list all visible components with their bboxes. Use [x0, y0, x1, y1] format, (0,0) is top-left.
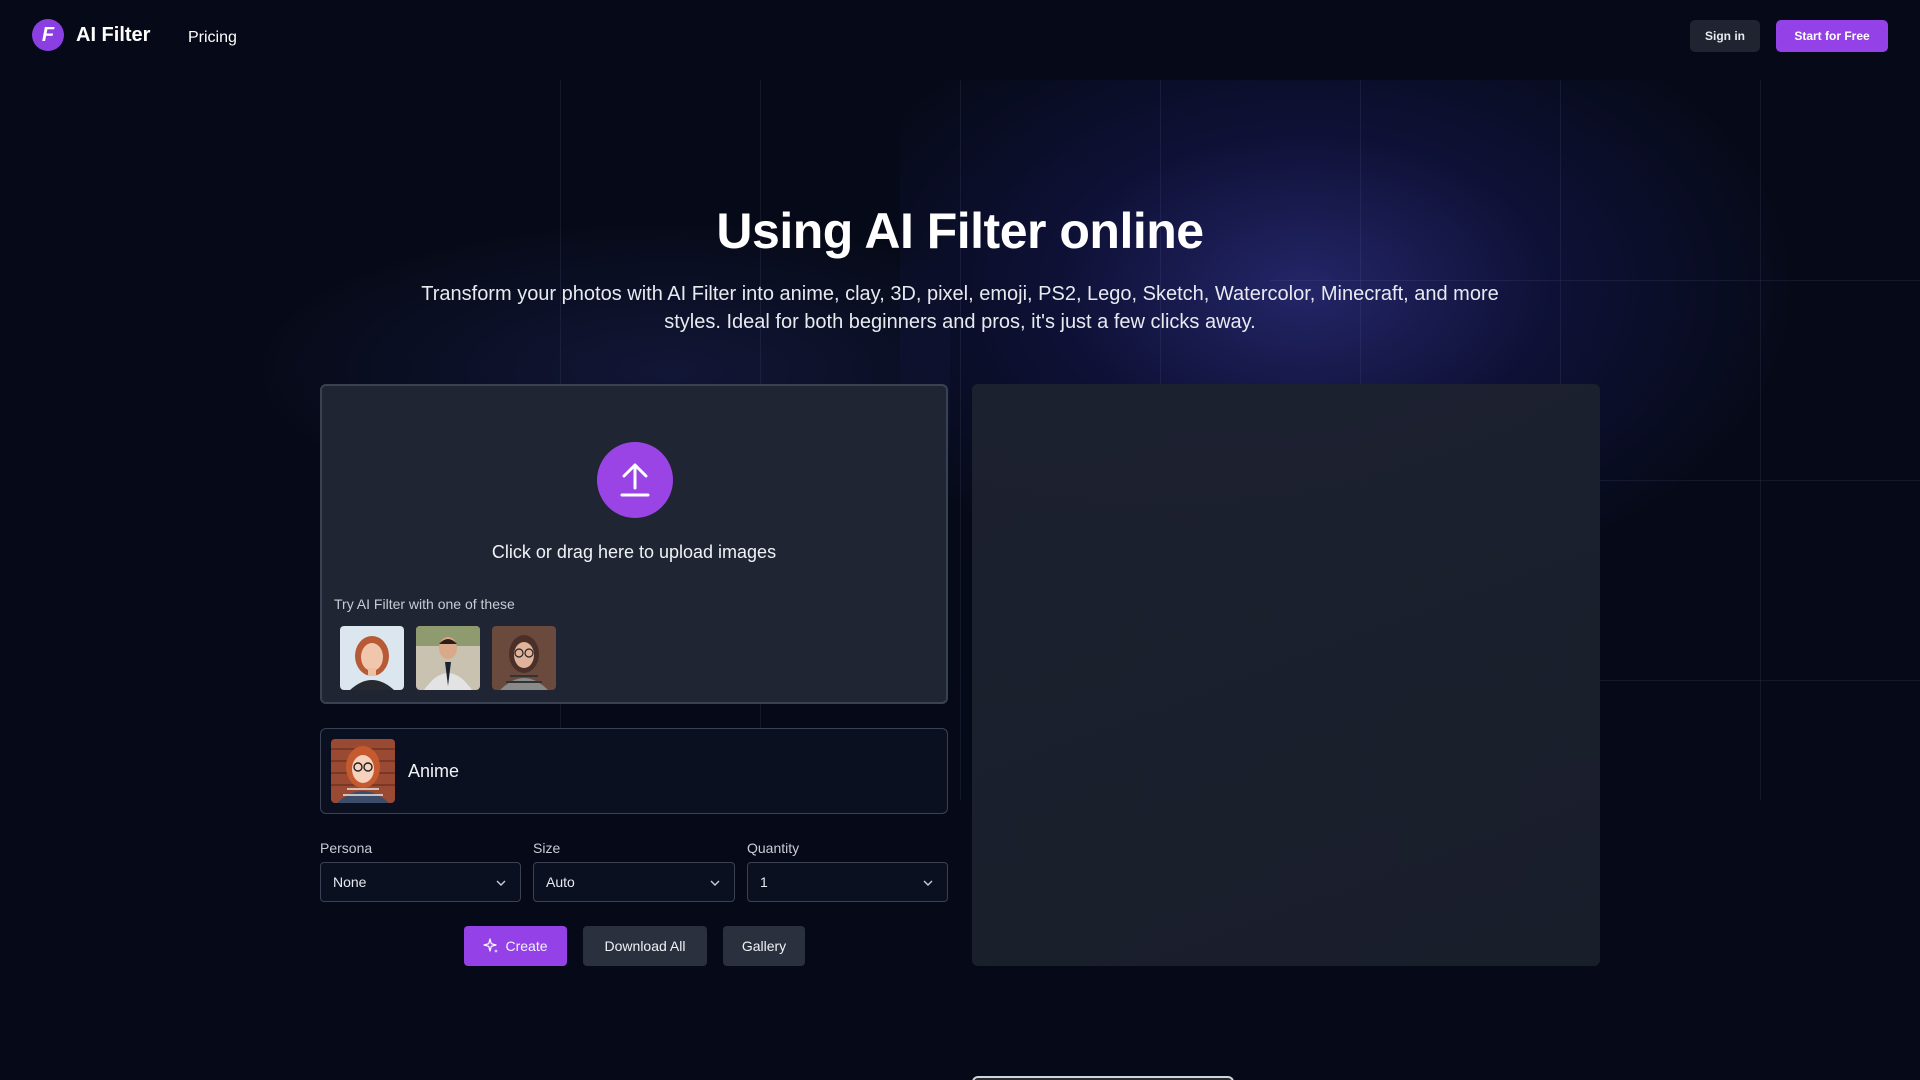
- try-samples-label: Try AI Filter with one of these: [334, 596, 515, 612]
- sample-image-woman-glasses[interactable]: [492, 626, 556, 690]
- page-subtitle: Transform your photos with AI Filter int…: [421, 283, 1499, 333]
- sample-image-woman-red-hair[interactable]: [340, 626, 404, 690]
- sparkle-icon: [483, 938, 499, 953]
- size-label: Size: [533, 840, 561, 856]
- next-section-preview: [972, 1076, 1234, 1080]
- download-all-button[interactable]: Download All: [583, 926, 707, 966]
- brand-name[interactable]: AI Filter: [76, 24, 150, 47]
- chevron-down-icon: [923, 880, 933, 886]
- grid-line: [960, 80, 961, 800]
- upload-dropzone[interactable]: Click or drag here to upload images Try …: [320, 384, 948, 704]
- chevron-down-icon: [710, 880, 720, 886]
- persona-label: Persona: [320, 840, 373, 856]
- persona-select[interactable]: None: [320, 862, 521, 902]
- size-select[interactable]: Auto: [533, 862, 735, 902]
- chevron-down-icon: [496, 880, 506, 886]
- logo-letter: F: [41, 23, 55, 46]
- persona-value: None: [333, 874, 367, 890]
- quantity-select[interactable]: 1: [747, 862, 948, 902]
- quantity-label: Quantity: [747, 840, 800, 856]
- nav-pricing-link[interactable]: Pricing: [188, 29, 237, 47]
- style-thumbnail-anime: [331, 739, 395, 803]
- create-button[interactable]: Create: [464, 926, 567, 966]
- start-for-free-button[interactable]: Start for Free: [1776, 20, 1888, 52]
- create-button-label: Create: [505, 938, 548, 954]
- sample-image-man-suit[interactable]: [416, 626, 480, 690]
- grid-line: [1760, 80, 1761, 800]
- upload-prompt: Click or drag here to upload images: [491, 542, 777, 562]
- site-header: F AI Filter Pricing Sign in Start for Fr…: [0, 0, 1920, 72]
- sign-in-button[interactable]: Sign in: [1690, 20, 1760, 52]
- selected-style-label: Anime: [408, 761, 460, 781]
- style-selector[interactable]: Anime: [320, 728, 948, 814]
- result-preview-panel: [972, 384, 1600, 966]
- gallery-button[interactable]: Gallery: [723, 926, 805, 966]
- brand-logo-icon[interactable]: F: [32, 19, 64, 51]
- page-title: Using AI Filter online: [716, 203, 1204, 259]
- upload-icon[interactable]: [597, 442, 673, 518]
- quantity-value: 1: [760, 874, 768, 890]
- size-value: Auto: [546, 874, 575, 890]
